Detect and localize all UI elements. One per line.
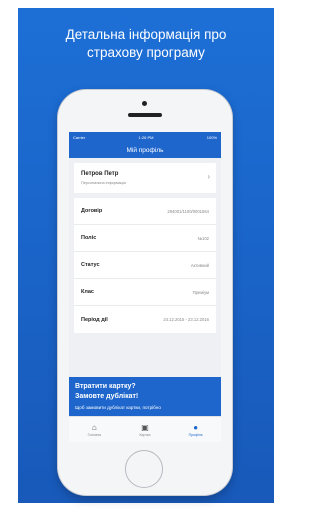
detail-row-period: Період дії 24.12.2015 - 23.12.2016 [74, 306, 216, 333]
detail-row-contract: Договір 294001/1100/0001564 [74, 198, 216, 225]
banner-title: Втратити картку? [75, 383, 136, 390]
status-time: 1:26 PM [138, 134, 154, 140]
detail-value: Активний [190, 262, 209, 268]
detail-value: №102 [197, 235, 209, 241]
detail-label: Клас [81, 289, 94, 295]
nav-bar: Мій профіль [69, 142, 221, 158]
tab-card[interactable]: ▣ Картка [125, 423, 165, 437]
status-bar: Carrier 1:26 PM 100% [69, 132, 221, 142]
app-screen: Carrier 1:26 PM 100% Мій профіль Петров … [69, 132, 221, 442]
user-icon: ● [193, 423, 199, 432]
phone-mockup: Carrier 1:26 PM 100% Мій профіль Петров … [58, 90, 232, 495]
status-carrier: Carrier [73, 134, 86, 140]
chevron-right-icon: › [207, 172, 210, 181]
policy-details-card: Договір 294001/1100/0001564 Поліс №102 С… [74, 198, 216, 333]
detail-value: 24.12.2015 - 23.12.2016 [163, 317, 209, 322]
headline-line-1: Детальна інформація про [65, 27, 227, 42]
detail-value: 294001/1100/0001564 [167, 208, 209, 214]
detail-row-policy: Поліс №102 [74, 225, 216, 252]
detail-row-class: Клас Преміум [74, 279, 216, 306]
tab-label: Головна [87, 433, 101, 437]
detail-row-status: Статус Активний [74, 252, 216, 279]
tab-bar: ⌂ Головна ▣ Картка ● Профіль [69, 416, 221, 442]
speaker-grille [128, 113, 162, 117]
tab-label: Картка [139, 433, 151, 437]
home-icon: ⌂ [91, 423, 97, 432]
detail-label: Договір [81, 208, 103, 214]
card-icon: ▣ [141, 423, 149, 432]
tab-label: Профіль [188, 433, 203, 437]
profile-subtitle: Персональна інформація [81, 181, 126, 185]
detail-label: Статус [81, 262, 100, 268]
page-title: Мій профіль [126, 146, 164, 154]
banner-text: Щоб замовити дублікат картки, потрібно [75, 405, 161, 410]
lost-card-banner[interactable]: Втратити картку? Замовте дублікат! Щоб з… [69, 377, 221, 421]
detail-label: Поліс [81, 235, 97, 241]
detail-value: Преміум [192, 289, 209, 295]
detail-label: Період дії [81, 316, 108, 323]
tab-home[interactable]: ⌂ Головна [74, 423, 114, 437]
headline: Детальна інформація про страхову програм… [18, 26, 274, 62]
profile-name: Петров Петр [81, 171, 119, 177]
camera-dot [142, 101, 147, 106]
home-button[interactable] [125, 450, 163, 488]
banner-subtitle: Замовте дублікат! [75, 393, 139, 400]
status-battery: 100% [206, 134, 217, 140]
tab-profile[interactable]: ● Профіль [176, 423, 216, 437]
profile-card[interactable]: Петров Петр Персональна інформація › [74, 163, 216, 193]
headline-line-2: страхову програму [87, 45, 205, 60]
